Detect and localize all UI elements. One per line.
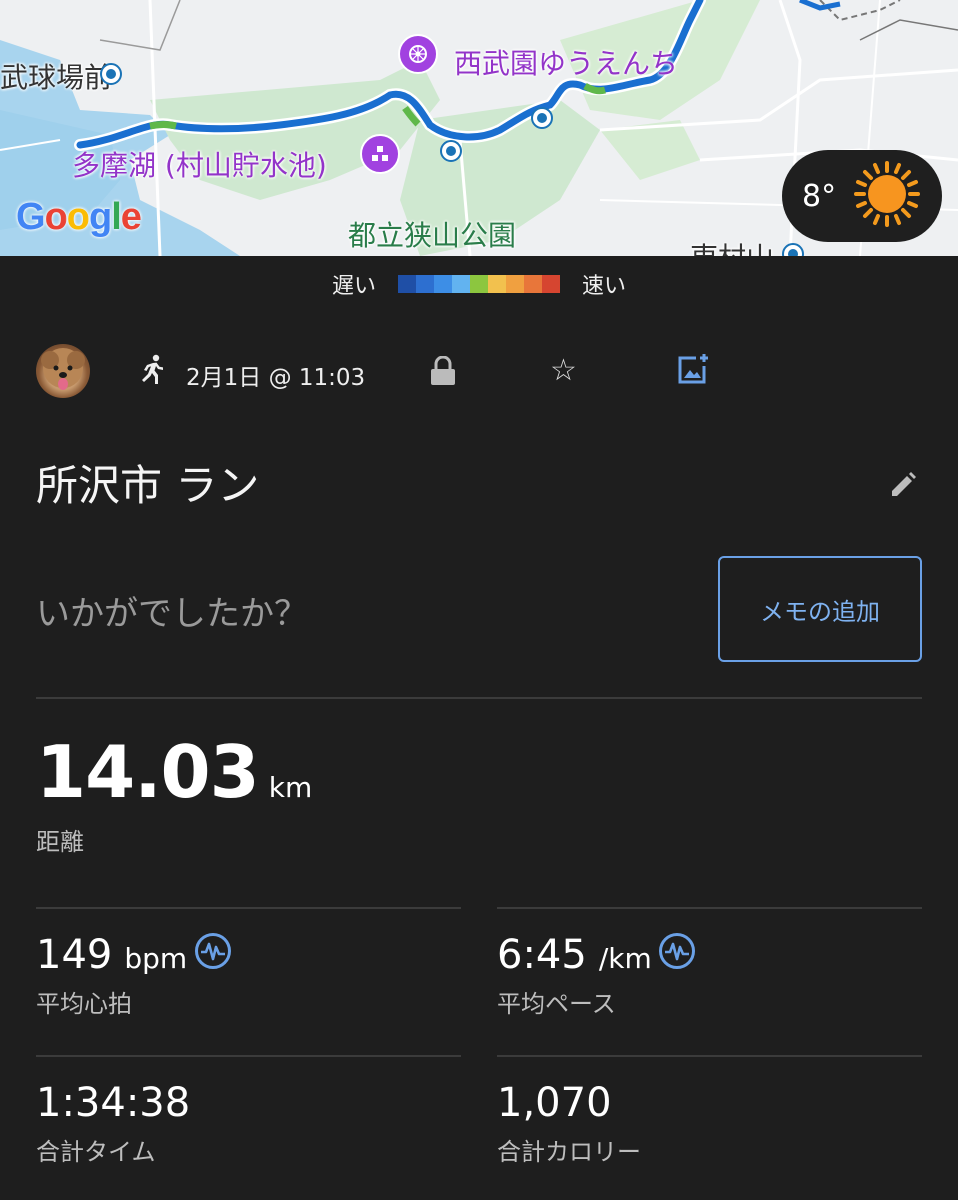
map-label-park: 都立狭山公園 <box>348 219 517 252</box>
pulse-chart-icon[interactable] <box>658 932 696 974</box>
activity-header: 2月1日 @ 11:03 ☆ <box>36 344 936 400</box>
station-icon <box>100 63 122 85</box>
weather-temperature: 8° <box>802 178 837 214</box>
add-memo-button[interactable]: メモの追加 <box>718 556 922 662</box>
note-placeholder[interactable]: いかがでしたか？ <box>36 586 308 635</box>
amusement-park-pin-icon[interactable] <box>398 34 438 74</box>
pace-color-swatch <box>452 275 470 293</box>
avatar[interactable] <box>36 344 90 398</box>
pace-color-swatch <box>416 275 434 293</box>
pace-value: 6:45 <box>497 932 587 978</box>
pace-stat[interactable]: 6:45 /km 平均ペース <box>497 932 652 1019</box>
total-time-label: 合計タイム <box>36 1138 156 1166</box>
divider <box>36 907 461 909</box>
route-map[interactable]: 武球場前 西武園ゆうえんち 多摩湖 (村山貯水池) 都立狭山公園 東村山 Goo… <box>0 0 958 256</box>
calories-value: 1,070 <box>497 1080 612 1126</box>
distance-value: 14.03 <box>36 730 260 814</box>
divider <box>497 1055 922 1057</box>
activity-datetime: 2月1日 @ 11:03 <box>186 365 366 391</box>
station-icon <box>440 140 462 162</box>
lock-icon[interactable] <box>430 355 456 390</box>
pace-color-swatch <box>524 275 542 293</box>
pace-color-swatch <box>398 275 416 293</box>
pace-unit: /km <box>598 942 652 975</box>
legend-slow-label: 遅い <box>331 274 376 299</box>
pace-color-swatch <box>488 275 506 293</box>
map-label-lake: 多摩湖 (村山貯水池) <box>72 149 327 182</box>
pace-label: 平均ペース <box>497 990 616 1018</box>
edit-pencil-icon[interactable] <box>888 470 918 504</box>
heart-rate-label: 平均心拍 <box>36 990 132 1018</box>
divider <box>36 697 922 699</box>
running-icon <box>136 354 168 390</box>
pulse-chart-icon[interactable] <box>194 932 232 974</box>
calories-stat: 1,070 合計カロリー <box>497 1080 641 1167</box>
google-logo: Google <box>16 196 142 238</box>
heart-rate-unit: bpm <box>124 942 188 975</box>
divider <box>36 1055 461 1057</box>
pace-color-swatch <box>506 275 524 293</box>
pace-legend: 遅い 速い <box>0 268 958 300</box>
heart-rate-value: 149 <box>36 932 113 978</box>
divider <box>497 907 922 909</box>
map-label-stadium: 武球場前 <box>0 61 113 94</box>
map-label-town: 東村山 <box>690 236 774 256</box>
legend-fast-label: 速い <box>582 274 627 299</box>
distance-unit: km <box>268 771 313 804</box>
star-icon[interactable]: ☆ <box>550 356 577 386</box>
heart-rate-stat[interactable]: 149 bpm 平均心拍 <box>36 932 187 1019</box>
distance-value-row: 14.03 km <box>36 730 312 814</box>
total-time-stat: 1:34:38 合計タイム <box>36 1080 190 1167</box>
lake-pin-icon[interactable] <box>360 134 400 174</box>
map-label-amusement-park: 西武園ゆうえんち <box>454 47 679 80</box>
weather-badge: 8° <box>782 150 942 242</box>
add-photo-icon[interactable] <box>676 352 710 390</box>
total-time-value: 1:34:38 <box>36 1080 191 1126</box>
pace-color-scale <box>398 275 560 293</box>
pace-color-swatch <box>434 275 452 293</box>
pace-color-swatch <box>542 275 560 293</box>
distance-label: 距離 <box>36 828 84 856</box>
station-icon <box>531 107 553 129</box>
pace-color-swatch <box>470 275 488 293</box>
sun-icon <box>854 161 921 231</box>
calories-label: 合計カロリー <box>497 1138 641 1166</box>
activity-title[interactable]: 所沢市 ラン <box>36 452 259 513</box>
